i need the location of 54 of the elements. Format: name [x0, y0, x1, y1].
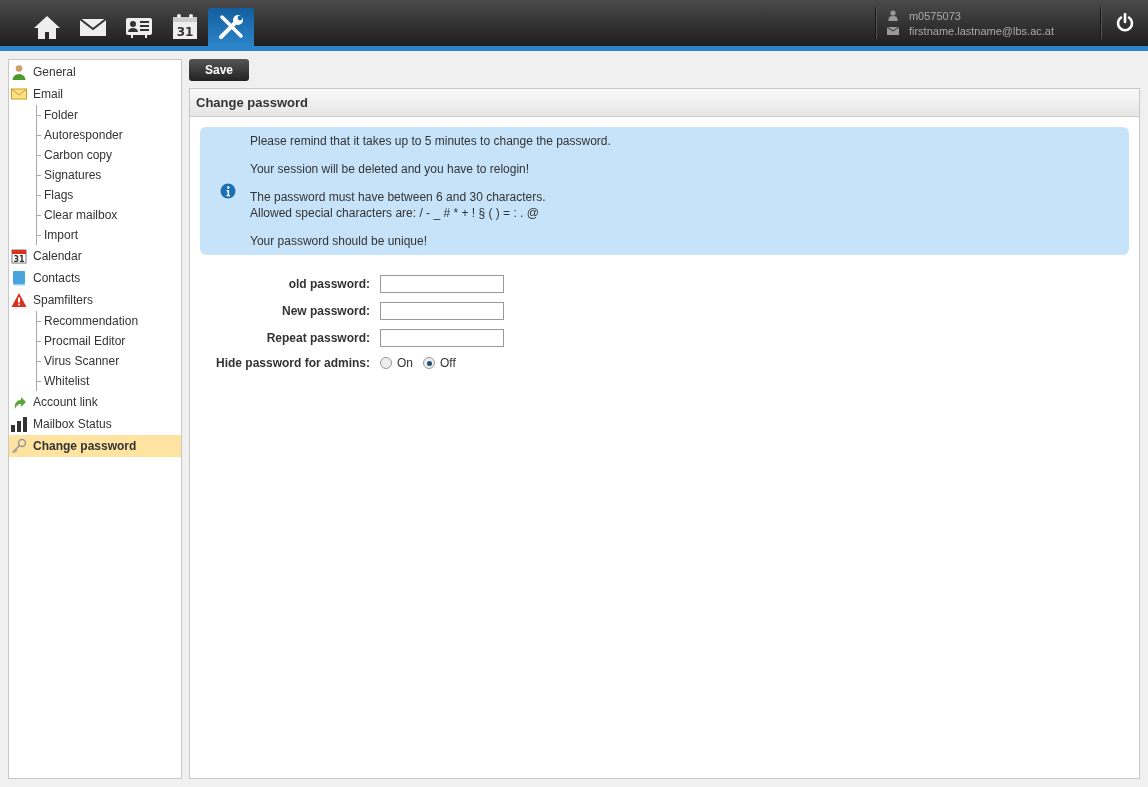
user-icon: [886, 10, 899, 21]
sidebar-item[interactable]: Mailbox Status: [9, 413, 181, 435]
user-email: firstname.lastname@lbs.ac.at: [908, 24, 1054, 37]
field-label: old password:: [287, 277, 370, 291]
house-icon: [33, 13, 61, 41]
sidebar-subitem[interactable]: Carbon copy: [37, 145, 181, 165]
sidebar-item[interactable]: Email: [9, 83, 181, 105]
sidebar-subitem[interactable]: Recommendation: [37, 311, 181, 331]
sidebar-item[interactable]: Change password: [9, 435, 181, 457]
info-text: Allowed special characters are: / - _ # * + ! § ( ) = : . @: [250, 206, 540, 220]
mail-icon: [886, 25, 899, 36]
sidebar-item[interactable]: 31 Calendar: [9, 245, 181, 267]
sidebar-subitem[interactable]: Procmail Editor: [37, 331, 181, 351]
sidebar-item[interactable]: Contacts: [9, 267, 181, 289]
password-field[interactable]: [380, 302, 504, 320]
sidebar-subitem[interactable]: Import: [37, 225, 181, 245]
radio-button[interactable]: [423, 357, 435, 369]
sidebar-subitem[interactable]: Signatures: [37, 165, 181, 185]
radio-button[interactable]: [380, 357, 392, 369]
password-field[interactable]: [380, 329, 504, 347]
book-icon: [11, 270, 27, 286]
calendar-icon: 31: [11, 248, 27, 264]
wrench-screwdriver-icon: [217, 13, 245, 41]
info-text: Your password should be unique!: [250, 234, 429, 248]
info-text: The password must have between 6 and 30 characters.: [250, 190, 547, 204]
info-text: Your session will be deleted and you have to relogin!: [250, 162, 531, 176]
sidebar-subitem[interactable]: Folder: [37, 105, 181, 125]
username: m0575073: [908, 9, 961, 22]
sidebar-item[interactable]: General: [9, 61, 181, 83]
key-icon: [11, 438, 27, 454]
nav-tab[interactable]: [208, 8, 254, 46]
info-icon: [220, 183, 236, 199]
field-label: New password:: [280, 304, 370, 318]
radio-label: Off: [440, 356, 456, 370]
sidebar-subitem[interactable]: Clear mailbox: [37, 205, 181, 225]
warning-icon: [11, 292, 27, 308]
sidebar-subitem[interactable]: Autoresponder: [37, 125, 181, 145]
sidebar-subitem[interactable]: Virus Scanner: [37, 351, 181, 371]
envelope-icon: [11, 86, 27, 102]
radio-label: On: [397, 356, 413, 370]
field-label: Repeat password:: [265, 331, 370, 345]
power-icon: [1115, 13, 1135, 33]
save-button[interactable]: Save: [189, 59, 250, 81]
bar-chart-icon: [11, 416, 27, 432]
option-label: Hide password for admins:: [214, 356, 370, 370]
info-text: Please remind that it takes up to 5 minutes to change the password.: [250, 134, 611, 148]
sidebar-subitem[interactable]: Flags: [37, 185, 181, 205]
person-icon: [11, 64, 27, 80]
password-field[interactable]: [380, 275, 504, 293]
nav-tab[interactable]: 31: [162, 8, 208, 46]
sidebar-subitem[interactable]: Whitelist: [37, 371, 181, 391]
panel-title: Change password: [190, 89, 1139, 117]
sidebar-item[interactable]: Spamfilters: [9, 289, 181, 311]
sidebar-item[interactable]: Account link: [9, 391, 181, 413]
